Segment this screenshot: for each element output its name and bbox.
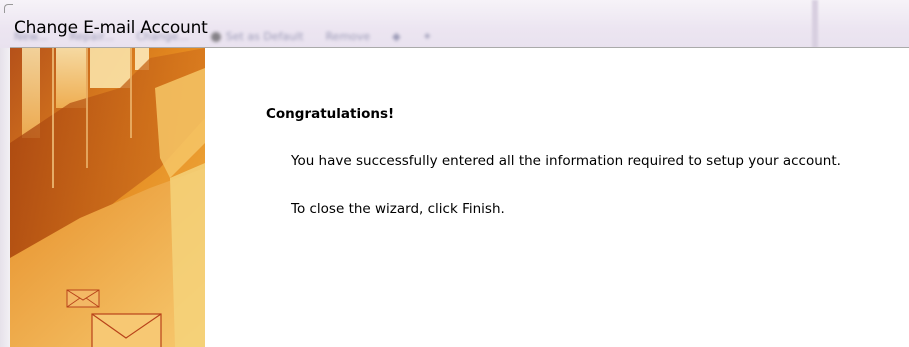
congratulations-heading: Congratulations! [266,106,395,122]
finish-instruction: To close the wizard, click Finish. [291,201,505,217]
background-window-edge [812,0,818,48]
arrow-down-icon: ✦ [422,30,432,43]
default-icon [210,32,221,42]
window-left-edge [0,48,10,347]
change-email-account-dialog: New... Repair... Change... Set as Defaul… [0,0,909,347]
background-toolbar-item: Set as Default [210,30,304,46]
wizard-side-art [10,48,205,347]
window-title: Change E-mail Account [14,18,208,38]
small-envelope-icon [66,289,100,308]
arrow-up-icon: ◆ [392,30,401,43]
window-corner [4,4,13,13]
background-toolbar-item: Remove [325,30,371,43]
title-bar: New... Repair... Change... Set as Defaul… [0,0,909,48]
wizard-art-graphic [10,48,205,347]
large-envelope-icon [91,313,162,347]
success-message: You have successfully entered all the in… [291,153,841,169]
